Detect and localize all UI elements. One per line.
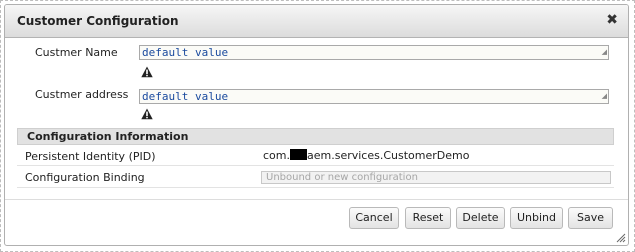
customer-name-input[interactable]: default value ◢ (139, 45, 609, 60)
reset-button[interactable]: Reset (405, 207, 451, 229)
save-button[interactable]: Save (568, 207, 613, 229)
customer-address-value: default value (142, 90, 229, 103)
dialog-title-bar[interactable]: Customer Configuration ✖ (5, 5, 628, 38)
unbind-button[interactable]: Unbind (510, 207, 563, 229)
pid-label: Persistent Identity (PID) (25, 150, 156, 163)
close-icon[interactable]: ✖ (606, 12, 618, 28)
resize-grip-icon[interactable] (616, 233, 626, 243)
configuration-information-header: Configuration Information (17, 128, 614, 145)
delete-button[interactable]: Delete (456, 207, 505, 229)
customer-configuration-dialog: Customer Configuration ✖ Custmer Name de… (4, 4, 629, 246)
section-heading: Configuration Information (27, 130, 189, 143)
footer-divider (5, 199, 628, 200)
pid-prefix: com. (263, 149, 290, 162)
textarea-resize-icon[interactable]: ◢ (602, 46, 607, 59)
binding-label: Configuration Binding (25, 171, 145, 184)
binding-input[interactable]: Unbound or new configuration (261, 171, 611, 184)
pid-suffix: aem.services.CustomerDemo (307, 149, 470, 162)
dialog-title: Customer Configuration (17, 14, 179, 28)
row-divider (17, 187, 614, 188)
textarea-resize-icon[interactable]: ◢ (602, 90, 607, 103)
warning-icon (141, 66, 153, 78)
customer-name-label: Custmer Name (35, 46, 118, 59)
customer-address-input[interactable]: default value ◢ (139, 89, 609, 104)
row-divider (17, 165, 614, 166)
pid-value: com. aem.services.CustomerDemo (263, 149, 469, 162)
redacted-block (290, 149, 307, 160)
warning-icon (141, 108, 153, 120)
cancel-button[interactable]: Cancel (349, 207, 399, 229)
customer-name-value: default value (142, 46, 229, 59)
customer-address-label: Custmer address (35, 88, 129, 101)
